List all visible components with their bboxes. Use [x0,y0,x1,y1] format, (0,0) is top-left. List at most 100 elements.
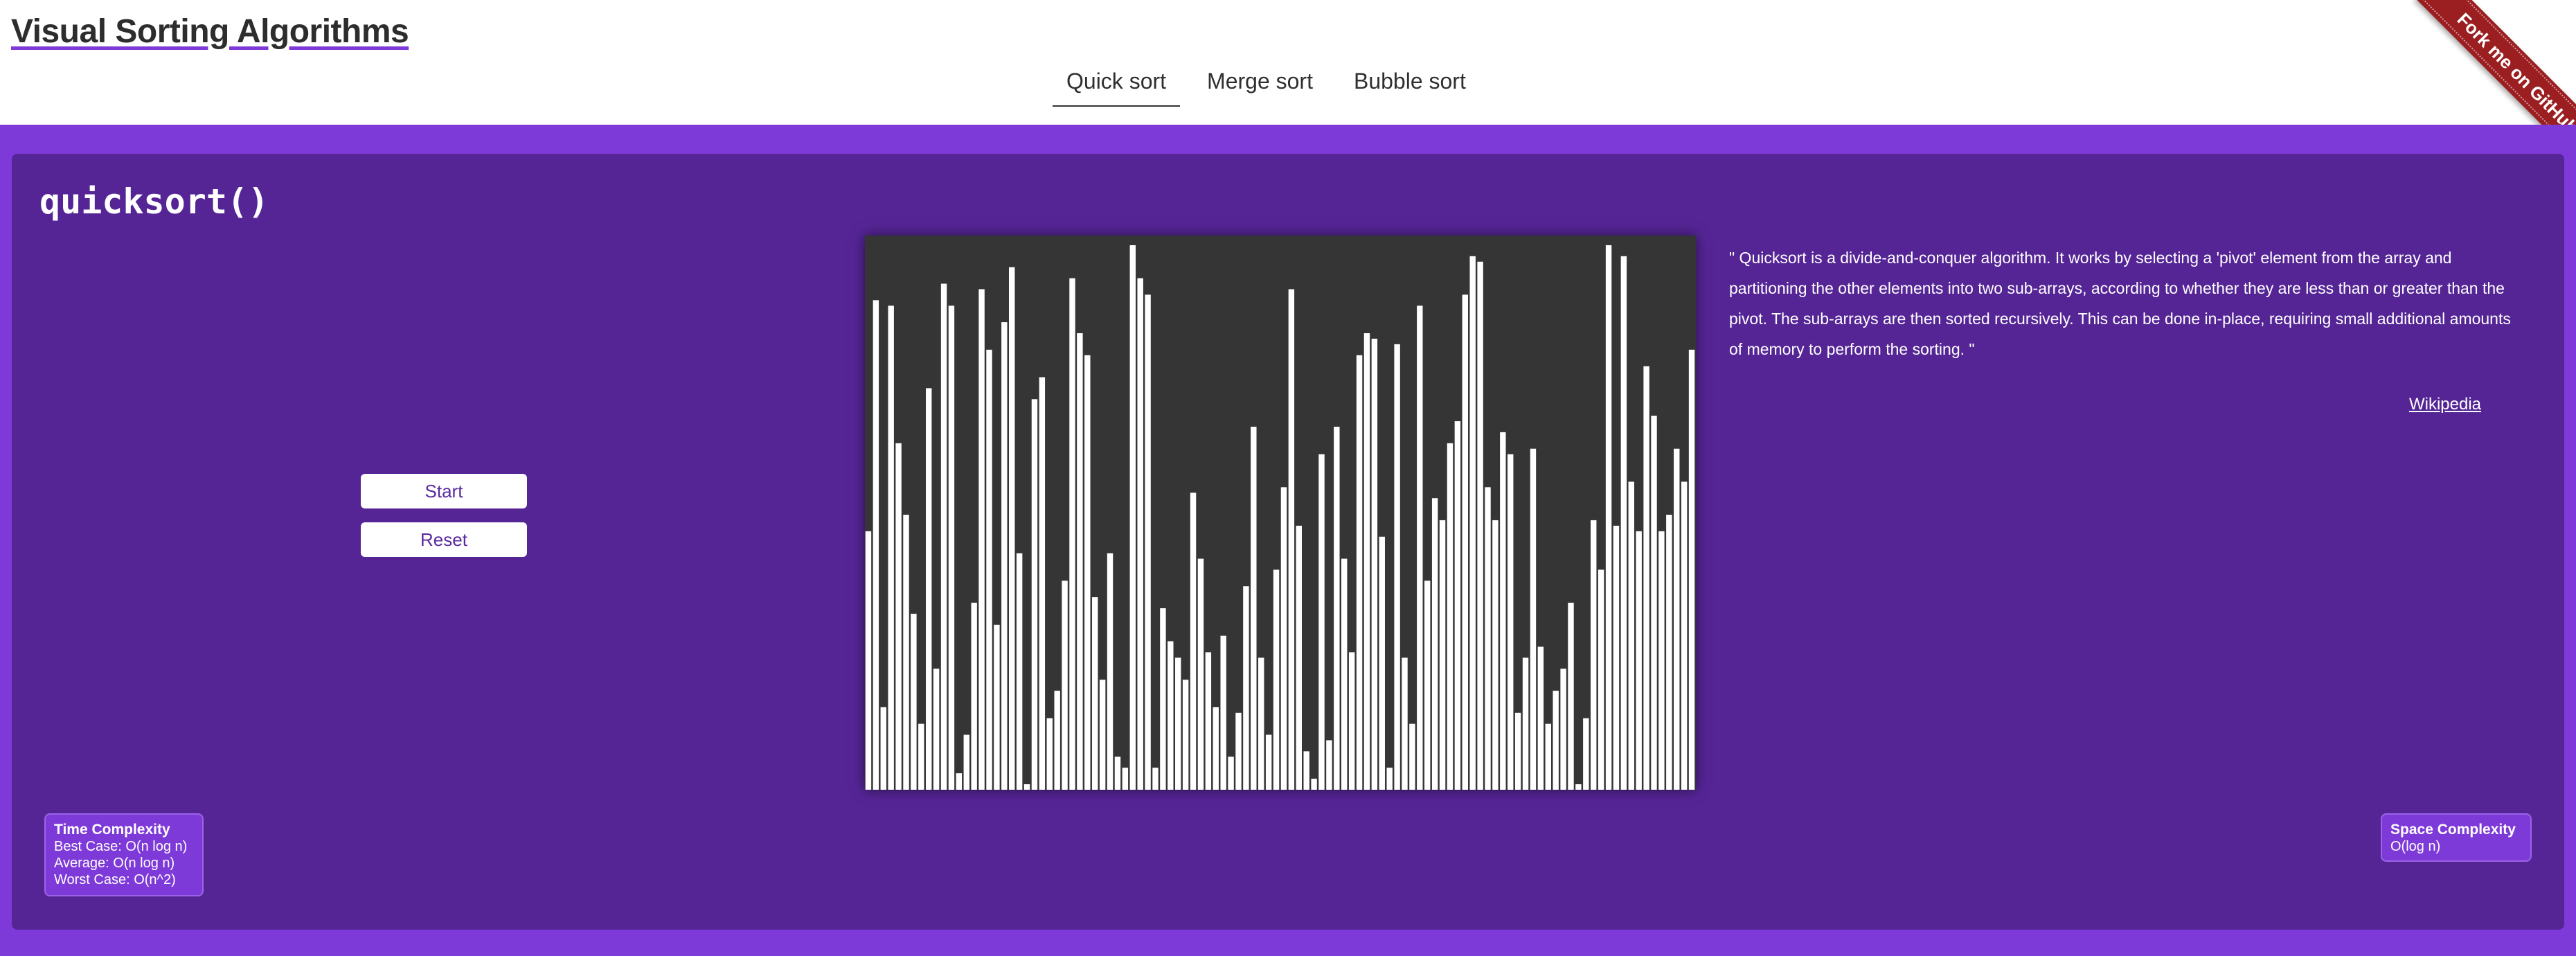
array-bar [1363,333,1370,790]
array-bar [918,723,924,790]
array-bar [1334,426,1340,790]
array-bar [1258,657,1264,790]
sort-visualization [865,236,1696,790]
array-bar [978,289,985,790]
array-bar [1575,784,1582,790]
array-bar [1598,569,1604,790]
array-bar [1500,432,1506,790]
array-bar [1613,525,1620,790]
array-bar [1522,657,1529,790]
wikipedia-link[interactable]: Wikipedia [2409,395,2481,414]
array-bar [1379,536,1385,790]
array-bar [1228,756,1234,790]
time-complexity-title: Time Complexity [54,822,170,838]
array-bar [1251,426,1257,790]
algorithm-panel: quicksort() Start Reset " Quicksort is a… [12,154,2564,930]
array-bar [1530,448,1537,790]
array-bar [1213,707,1219,790]
array-bar [1280,487,1287,790]
array-bar [1160,608,1166,790]
reset-button[interactable]: Reset [361,522,527,557]
array-bar [1583,718,1589,790]
array-bar [1326,740,1332,790]
array-bar [1371,338,1378,790]
tab-merge-sort[interactable]: Merge sort [1193,65,1327,107]
array-bar [1341,558,1348,790]
array-bar [1016,553,1023,790]
array-bar [994,624,1000,790]
start-button[interactable]: Start [361,474,527,508]
array-bar [1099,680,1106,790]
array-bar [1114,756,1121,790]
array-bar [1431,498,1438,790]
array-bar [1265,734,1272,790]
array-bar [956,773,963,790]
array-bar [1417,306,1423,790]
array-bar [1605,245,1612,790]
algorithm-name: quicksort() [39,182,269,222]
array-bar [1394,344,1400,790]
array-bar [1560,669,1566,790]
array-bar [1023,784,1030,790]
array-bar [1039,377,1046,790]
array-bar [1424,581,1431,790]
array-bar [1077,333,1083,790]
tab-quick-sort[interactable]: Quick sort [1053,65,1181,107]
array-bar [1553,691,1559,790]
array-bar [940,283,947,790]
array-bar [1666,515,1672,790]
array-bar [1454,421,1461,790]
array-bar [1636,531,1642,790]
array-bar [1447,443,1454,790]
array-bar [1168,641,1174,790]
array-bar [1318,454,1325,790]
array-bar [895,443,902,790]
array-bar [1469,256,1476,790]
array-bar [1084,355,1091,790]
array-bar [1031,399,1038,790]
array-bar [963,734,969,790]
array-bar [926,388,932,790]
array-bar [986,349,992,790]
array-bar [911,613,917,790]
array-bar [1205,652,1212,790]
array-bar [1658,531,1665,790]
array-bar [865,531,872,790]
array-bar [873,300,879,790]
array-bar [1688,349,1695,790]
array-bar [1681,481,1688,790]
array-bar [1386,768,1393,790]
array-bar [1062,581,1068,790]
array-bar [1129,245,1136,790]
best-case-text: Best Case: O(n log n) [54,839,188,854]
array-bar [1402,657,1408,790]
algorithm-tabs: Quick sort Merge sort Bubble sort [1053,65,1493,107]
array-bar [1628,481,1634,790]
array-bar [1514,712,1521,790]
array-bar [1190,493,1197,790]
array-bar [933,669,940,790]
site-header: Visual Sorting Algorithms Quick sort Mer… [0,0,2576,166]
array-bar [1651,416,1657,790]
array-bar [1643,366,1649,790]
array-bar [903,515,909,790]
array-bar [1243,586,1249,790]
array-bar [888,306,894,790]
array-bar [1356,355,1363,790]
array-bar [1568,603,1574,790]
array-bar [1620,256,1627,790]
array-bar [1492,520,1499,790]
array-bar [1092,597,1098,790]
array-bar [971,603,977,790]
tab-bubble-sort[interactable]: Bubble sort [1340,65,1480,107]
array-bar [1009,267,1015,790]
array-bar [1508,454,1514,790]
array-bar [1477,261,1483,790]
array-bar [1220,635,1226,790]
array-bar [880,707,886,790]
array-bar [1182,680,1189,790]
space-complexity-title: Space Complexity [2390,822,2516,838]
array-bar [1122,768,1129,790]
worst-case-text: Worst Case: O(n^2) [54,872,176,887]
site-title[interactable]: Visual Sorting Algorithms [11,12,409,51]
